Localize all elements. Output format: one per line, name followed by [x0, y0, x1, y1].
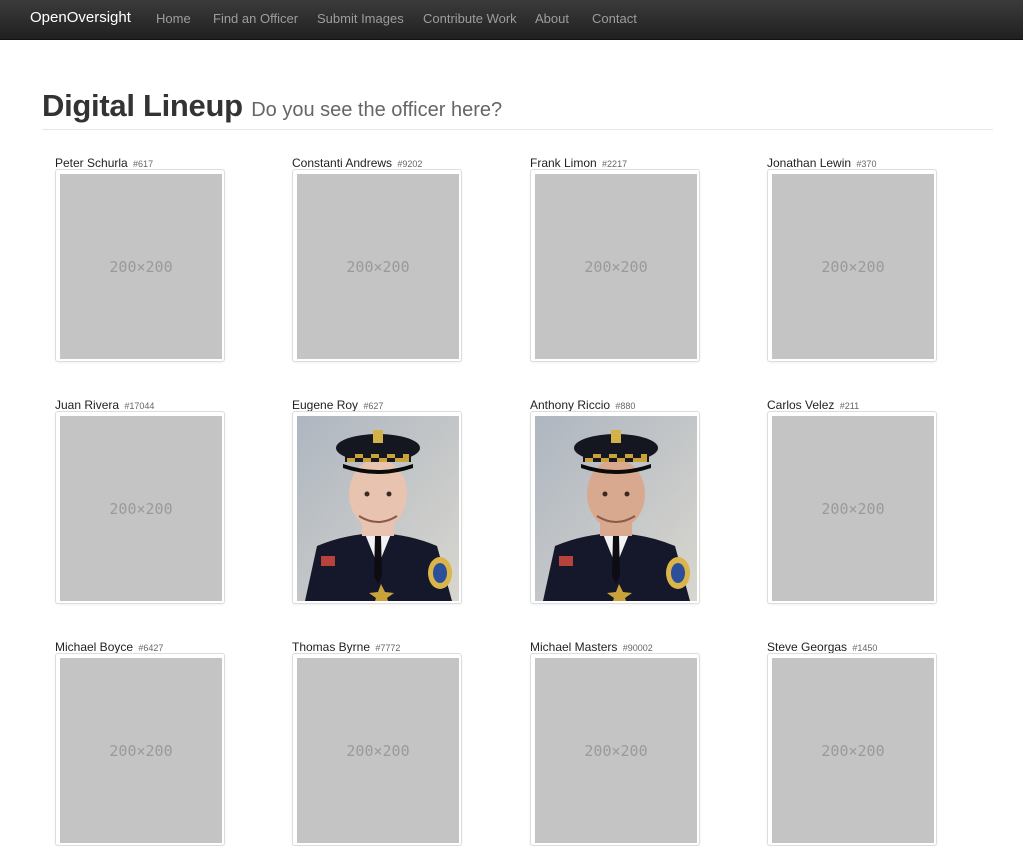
officer-card[interactable]: Michael Boyce #6427 200×200	[55, 639, 227, 846]
nav-find-officer[interactable]: Find an Officer	[213, 11, 298, 26]
officer-thumbnail[interactable]	[292, 411, 462, 604]
page-subtitle: Do you see the officer here?	[251, 99, 503, 121]
officer-badge-number: #627	[363, 401, 384, 411]
officer-card[interactable]: Michael Masters #90002 200×200	[530, 639, 702, 846]
header-divider	[42, 129, 993, 130]
placeholder-size-label: 200×200	[109, 741, 173, 760]
image-placeholder: 200×200	[60, 416, 222, 601]
image-placeholder: 200×200	[772, 416, 934, 601]
image-placeholder: 200×200	[60, 174, 222, 359]
officer-thumbnail[interactable]	[530, 411, 700, 604]
officer-name: Eugene Roy	[292, 398, 359, 412]
placeholder-size-label: 200×200	[346, 257, 410, 276]
officer-photo	[535, 416, 697, 601]
officer-thumbnail[interactable]: 200×200	[530, 169, 700, 362]
officer-badge-number: #370	[856, 159, 877, 169]
brand-link[interactable]: OpenOversight	[30, 9, 131, 26]
officer-name: Michael Masters	[530, 640, 618, 654]
officer-name: Constanti Andrews	[292, 156, 393, 170]
image-placeholder: 200×200	[297, 658, 459, 843]
officer-name: Frank Limon	[530, 156, 597, 170]
officer-thumbnail[interactable]: 200×200	[767, 169, 937, 362]
nav-contact[interactable]: Contact	[592, 11, 637, 26]
officer-thumbnail[interactable]: 200×200	[55, 653, 225, 846]
officer-card[interactable]: Eugene Roy #627	[292, 397, 464, 604]
officer-thumbnail[interactable]: 200×200	[55, 169, 225, 362]
officer-badge-number: #211	[839, 401, 860, 411]
officer-card[interactable]: Thomas Byrne #7772 200×200	[292, 639, 464, 846]
officer-card[interactable]: Anthony Riccio #880	[530, 397, 702, 604]
officer-badge-number: #2217	[602, 159, 628, 169]
image-placeholder: 200×200	[297, 174, 459, 359]
officer-photo-icon	[535, 416, 697, 601]
officer-name: Thomas Byrne	[292, 640, 371, 654]
nav-submit-images[interactable]: Submit Images	[317, 11, 404, 26]
officer-thumbnail[interactable]: 200×200	[292, 653, 462, 846]
nav-contribute-work[interactable]: Contribute Work	[423, 11, 517, 26]
officer-name: Anthony Riccio	[530, 398, 611, 412]
officer-name: Peter Schurla	[55, 156, 128, 170]
officer-photo-icon	[297, 416, 459, 601]
officer-card[interactable]: Steve Georgas #1450 200×200	[767, 639, 939, 846]
image-placeholder: 200×200	[772, 658, 934, 843]
officer-badge-number: #90002	[622, 643, 653, 653]
placeholder-size-label: 200×200	[821, 257, 885, 276]
page-header: Digital Lineup Do you see the officer he…	[42, 88, 502, 124]
placeholder-size-label: 200×200	[109, 499, 173, 518]
officer-card[interactable]: Carlos Velez #211 200×200	[767, 397, 939, 604]
officer-thumbnail[interactable]: 200×200	[292, 169, 462, 362]
placeholder-size-label: 200×200	[821, 741, 885, 760]
officer-badge-number: #880	[615, 401, 636, 411]
officer-badge-number: #7772	[375, 643, 401, 653]
placeholder-size-label: 200×200	[584, 741, 648, 760]
page-title: Digital Lineup	[42, 88, 243, 123]
image-placeholder: 200×200	[772, 174, 934, 359]
image-placeholder: 200×200	[535, 658, 697, 843]
officer-badge-number: #17044	[124, 401, 155, 411]
officer-name: Jonathan Lewin	[767, 156, 852, 170]
officer-badge-number: #1450	[852, 643, 878, 653]
officer-card[interactable]: Peter Schurla #617 200×200	[55, 155, 227, 362]
officer-thumbnail[interactable]: 200×200	[55, 411, 225, 604]
placeholder-size-label: 200×200	[584, 257, 648, 276]
officer-card[interactable]: Juan Rivera #17044 200×200	[55, 397, 227, 604]
officer-name: Michael Boyce	[55, 640, 134, 654]
top-navbar: OpenOversight Home Find an Officer Submi…	[0, 0, 1023, 40]
officer-badge-number: #6427	[138, 643, 164, 653]
officer-thumbnail[interactable]: 200×200	[767, 411, 937, 604]
officer-card[interactable]: Jonathan Lewin #370 200×200	[767, 155, 939, 362]
officer-thumbnail[interactable]: 200×200	[530, 653, 700, 846]
officer-name: Steve Georgas	[767, 640, 848, 654]
officer-name: Juan Rivera	[55, 398, 120, 412]
nav-about[interactable]: About	[535, 11, 569, 26]
placeholder-size-label: 200×200	[821, 499, 885, 518]
officer-badge-number: #9202	[397, 159, 423, 169]
nav-home[interactable]: Home	[156, 11, 191, 26]
officer-thumbnail[interactable]: 200×200	[767, 653, 937, 846]
image-placeholder: 200×200	[535, 174, 697, 359]
officer-card[interactable]: Constanti Andrews #9202 200×200	[292, 155, 464, 362]
placeholder-size-label: 200×200	[109, 257, 173, 276]
officer-card[interactable]: Frank Limon #2217 200×200	[530, 155, 702, 362]
officer-name: Carlos Velez	[767, 398, 835, 412]
placeholder-size-label: 200×200	[346, 741, 410, 760]
image-placeholder: 200×200	[60, 658, 222, 843]
officer-badge-number: #617	[133, 159, 154, 169]
officer-photo	[297, 416, 459, 601]
